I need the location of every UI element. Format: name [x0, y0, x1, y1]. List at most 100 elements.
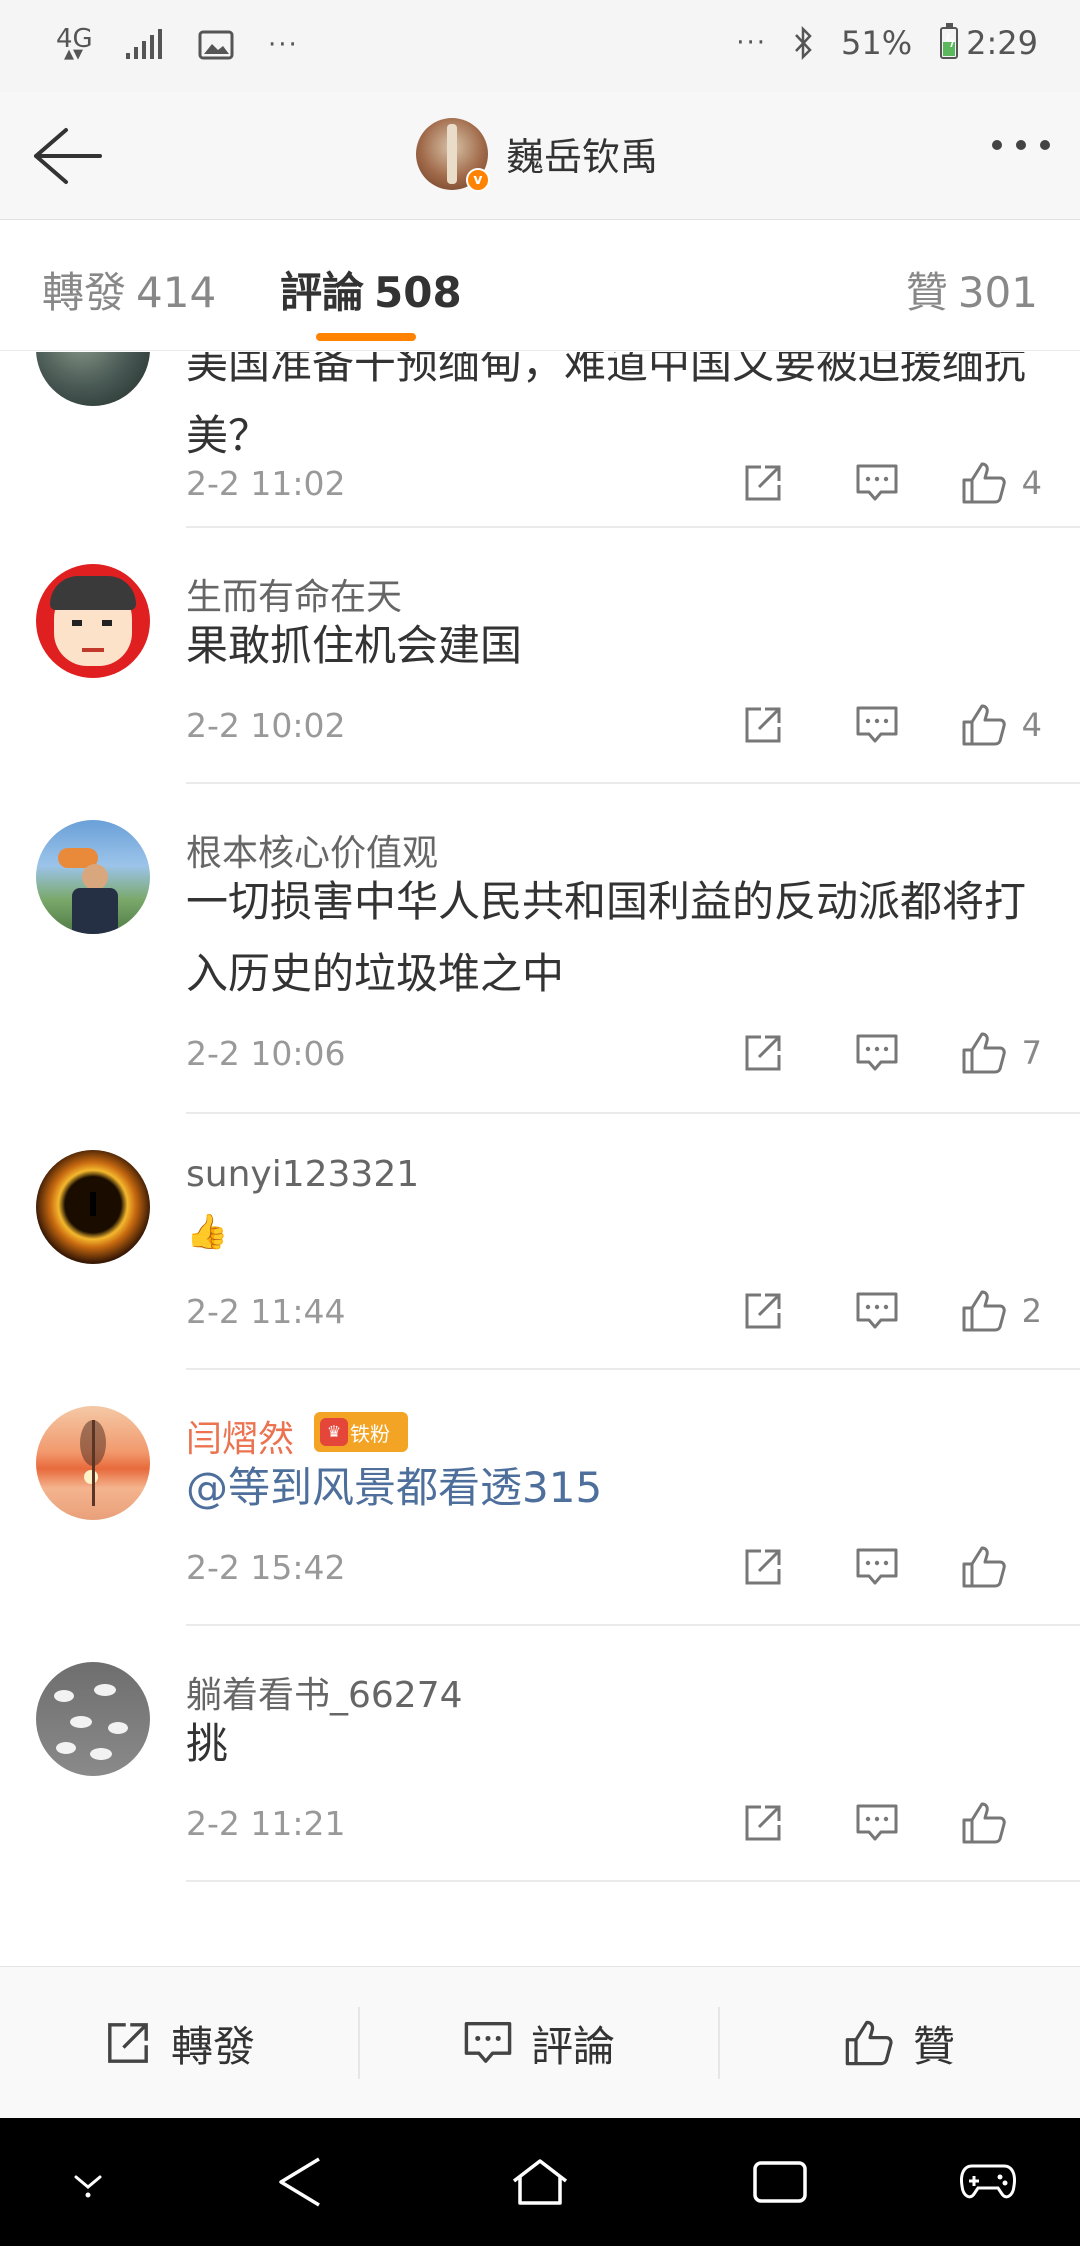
- comment-text: 美国准备干预缅甸，难道中国又要被迫援缅抗美？: [186, 352, 1027, 460]
- active-tab-indicator: [316, 333, 416, 341]
- network-indicator: 4G ▲▼: [56, 24, 93, 66]
- comment-actions: [706, 1800, 1042, 1846]
- tab-like[interactable]: 贊 301: [906, 259, 1038, 320]
- comment-icon: [856, 706, 898, 743]
- commenter-avatar[interactable]: [36, 564, 150, 678]
- reply-button[interactable]: [820, 705, 934, 745]
- repost-comment-button[interactable]: [706, 1801, 820, 1845]
- tab-comment-label: 評論: [280, 268, 365, 317]
- bottom-action-bar: 轉發 評論 贊: [0, 1966, 1080, 2118]
- like-button[interactable]: 4: [960, 702, 1042, 748]
- repost-button[interactable]: 轉發: [0, 1967, 358, 2119]
- comment-actions: 4: [706, 460, 1042, 506]
- like-button[interactable]: 4: [960, 460, 1042, 506]
- share-icon: [108, 2023, 148, 2063]
- comment-mention-link[interactable]: @等到风景都看透315: [186, 1452, 1056, 1524]
- tab-comment-count: 508: [374, 268, 462, 317]
- tab-repost-count: 414: [136, 268, 217, 317]
- battery-icon: ϟ: [940, 23, 959, 59]
- repost-comment-button[interactable]: [706, 461, 820, 505]
- comment-actions: [706, 1544, 1042, 1590]
- comment-time: 2-2 10:02: [186, 706, 346, 745]
- repost-button-label: 轉發: [170, 2021, 255, 2071]
- repost-comment-button[interactable]: [706, 1289, 820, 1333]
- nav-recents-button[interactable]: [748, 2150, 812, 2214]
- status-overflow: ···: [268, 30, 299, 60]
- comment-actions: 7: [706, 1030, 1042, 1076]
- repost-comment-button[interactable]: [706, 1031, 820, 1075]
- comment-list[interactable]: 美国准备干预缅甸，难道中国又要被迫援缅抗美？ 2-2 11:02 4 生而有命在…: [0, 352, 1080, 1966]
- like-button[interactable]: [960, 1800, 1042, 1846]
- share-icon: [745, 1035, 781, 1071]
- more-dots-icon: [992, 140, 1002, 150]
- commenter-name[interactable]: sunyi123321: [186, 1154, 419, 1195]
- reply-button[interactable]: [820, 1547, 934, 1587]
- like-count: 4: [1021, 706, 1042, 744]
- image-icon: [198, 30, 234, 60]
- comment-item: 根本核心价值观 一切损害中华人民共和国利益的反动派都将打入历史的垃圾堆之中 2-…: [0, 784, 1080, 1114]
- triangle-back-icon: [279, 2157, 320, 2207]
- reply-button[interactable]: [820, 463, 934, 503]
- commenter-avatar[interactable]: [36, 1150, 150, 1264]
- comment-icon: [856, 464, 898, 501]
- reply-button[interactable]: [820, 1033, 934, 1073]
- author-name[interactable]: 巍岳钦禹: [506, 126, 658, 181]
- tab-like-count: 301: [957, 268, 1038, 317]
- commenter-avatar[interactable]: [36, 1406, 150, 1520]
- repost-comment-button[interactable]: [706, 703, 820, 747]
- comment-item: 闫熠然 ♛ 铁粉 @等到风景都看透315 2-2 15:42: [0, 1370, 1080, 1626]
- comment-item: sunyi123321 👍 2-2 11:44 2: [0, 1114, 1080, 1370]
- share-icon: [745, 1293, 781, 1329]
- arrow-left-icon: [34, 128, 102, 184]
- like-button[interactable]: [960, 1544, 1042, 1590]
- commenter-avatar[interactable]: [36, 352, 150, 406]
- comment-item: 生而有命在天 果敢抓住机会建国 2-2 10:02 4: [0, 528, 1080, 784]
- share-icon: [745, 1549, 781, 1585]
- tab-repost-label: 轉發: [42, 268, 127, 317]
- thumbs-up-icon: [962, 1290, 1006, 1332]
- thumbs-up-icon: [962, 704, 1006, 746]
- comment-button-label: 評論: [530, 2021, 615, 2071]
- repost-comment-button[interactable]: [706, 1545, 820, 1589]
- comment-item: 躺着看书_66274 挑 2-2 11:21: [0, 1626, 1080, 1882]
- comment-text: 一切损害中华人民共和国利益的反动派都将打入历史的垃圾堆之中: [186, 877, 1027, 998]
- comment-button[interactable]: 評論: [360, 1967, 718, 2119]
- like-button[interactable]: 2: [960, 1288, 1042, 1334]
- back-button[interactable]: [26, 120, 106, 192]
- thumbs-up-icon: [845, 2020, 893, 2066]
- hide-nav-button[interactable]: [56, 2150, 120, 2214]
- tab-repost[interactable]: 轉發 414: [42, 259, 216, 320]
- clock: 2:29: [966, 24, 1038, 62]
- reply-button[interactable]: [820, 1803, 934, 1843]
- commenter-avatar[interactable]: [36, 1662, 150, 1776]
- verified-badge-icon: v: [466, 168, 490, 192]
- nav-home-button[interactable]: [508, 2150, 572, 2214]
- top-nav: v 巍岳钦禹: [0, 92, 1080, 220]
- comment-time: 2-2 11:44: [186, 1292, 346, 1331]
- tab-comment[interactable]: 評論 508: [280, 259, 462, 320]
- like-post-button[interactable]: 贊: [720, 1967, 1078, 2119]
- comment-actions: 4: [706, 702, 1042, 748]
- comment-divider: [186, 1880, 1080, 1882]
- more-button[interactable]: [992, 140, 1050, 150]
- comment-text: 👍: [186, 1212, 229, 1252]
- share-icon: [745, 465, 781, 501]
- reply-button[interactable]: [820, 1291, 934, 1331]
- comment-actions: 2: [706, 1288, 1042, 1334]
- data-arrows-icon: ▲▼: [64, 47, 83, 62]
- comment-time: 2-2 15:42: [186, 1548, 346, 1587]
- battery-percent: 51%: [841, 24, 913, 62]
- nav-back-button[interactable]: [268, 2150, 332, 2214]
- fan-badge: ♛ 铁粉: [314, 1412, 408, 1452]
- fan-badge-label: 铁粉: [350, 1421, 390, 1446]
- share-icon: [745, 707, 781, 743]
- commenter-avatar[interactable]: [36, 820, 150, 934]
- tab-bar: 轉發 414 評論 508 贊 301: [0, 221, 1080, 351]
- comment-text: 挑: [186, 1719, 229, 1768]
- like-count: 4: [1021, 464, 1042, 502]
- like-button[interactable]: 7: [960, 1030, 1042, 1076]
- game-mode-button[interactable]: [956, 2150, 1020, 2214]
- bluetooth-icon: [793, 26, 815, 60]
- crown-icon: ♛: [320, 1418, 348, 1446]
- comment-time: 2-2 11:02: [186, 464, 346, 503]
